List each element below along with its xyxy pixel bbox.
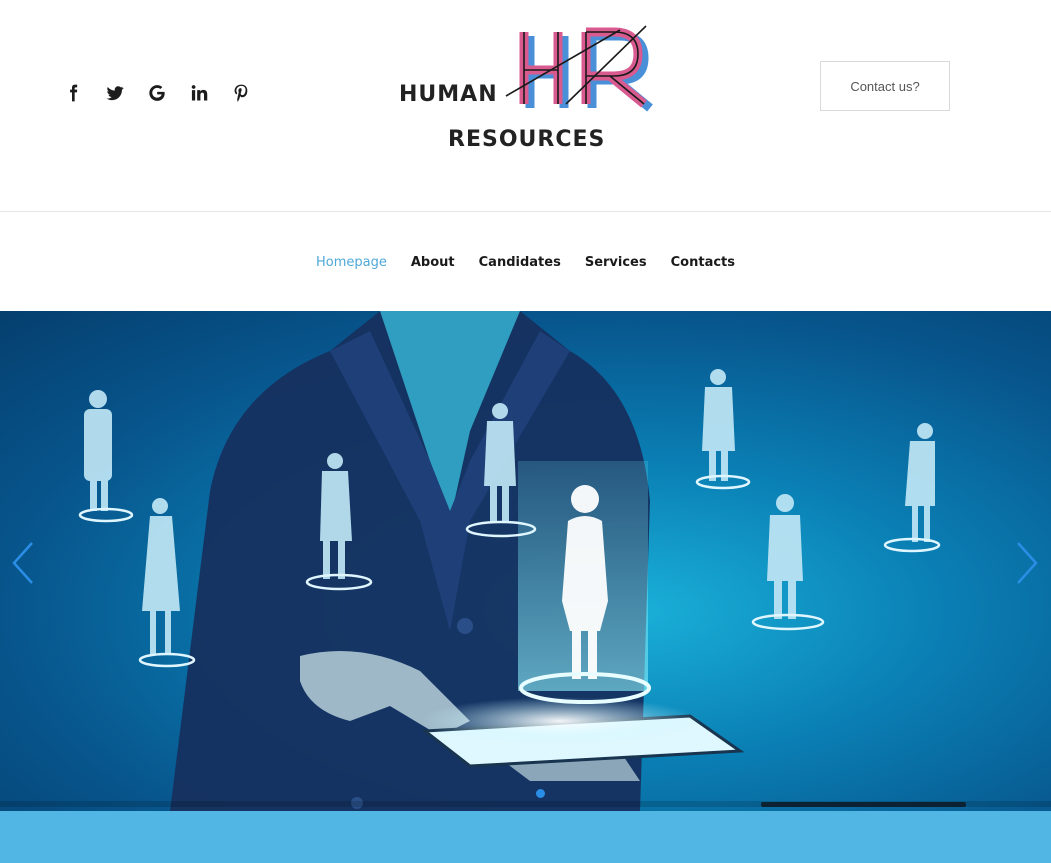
nav-item-contacts[interactable]: Contacts [671,253,735,271]
hero-slider [0,311,1051,811]
nav-item-services[interactable]: Services [585,253,647,271]
slider-pagination-dot[interactable] [536,789,545,798]
twitter-icon[interactable] [104,82,126,104]
nav-link-services[interactable]: Services [585,255,647,270]
logo-word-human: HUMAN [399,82,498,107]
section-band [0,811,1051,863]
nav-item-candidates[interactable]: Candidates [479,253,561,271]
slider-next-button[interactable] [1012,539,1042,587]
pinterest-icon[interactable] [230,82,252,104]
social-links [62,82,252,104]
nav-item-about[interactable]: About [411,253,455,271]
google-icon[interactable] [146,82,168,104]
linkedin-icon[interactable] [188,82,210,104]
facebook-icon[interactable] [62,82,84,104]
contact-us-button[interactable]: Contact us? [820,61,950,111]
slider-prev-button[interactable] [8,539,38,587]
main-nav: Homepage About Candidates Services Conta… [0,213,1051,311]
chevron-left-icon [12,542,33,584]
site-header: HUMAN RESOURCES Contact us? [0,0,1051,212]
slider-progress-fill [761,802,966,807]
nav-item-homepage[interactable]: Homepage [316,253,387,271]
chevron-right-icon [1017,542,1038,584]
nav-link-about[interactable]: About [411,255,455,270]
logo-word-resources: RESOURCES [448,127,606,152]
hero-image [78,311,941,811]
nav-link-candidates[interactable]: Candidates [479,255,561,270]
site-logo[interactable]: HUMAN RESOURCES [396,22,666,162]
nav-link-homepage[interactable]: Homepage [316,255,387,270]
hr-logo-mark [505,25,653,112]
nav-link-contacts[interactable]: Contacts [671,255,735,270]
